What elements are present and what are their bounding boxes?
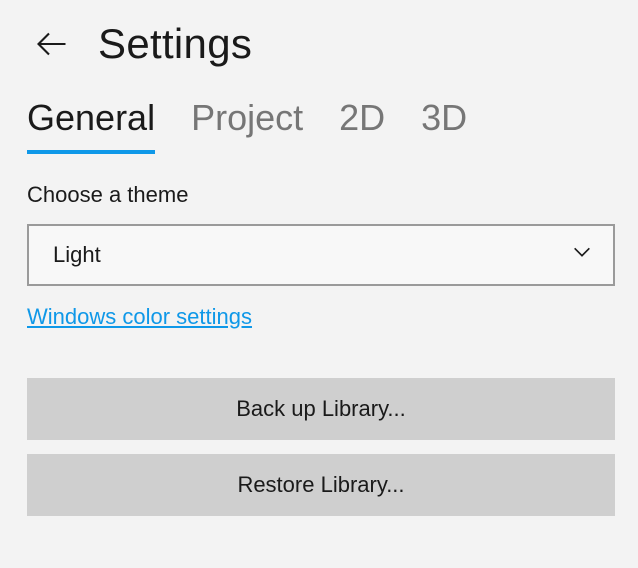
theme-dropdown[interactable]: Light bbox=[27, 224, 615, 286]
chevron-down-icon bbox=[571, 241, 593, 269]
tab-2d[interactable]: 2D bbox=[339, 98, 385, 154]
page-title: Settings bbox=[98, 20, 252, 68]
tabs-container: General Project 2D 3D bbox=[0, 74, 638, 154]
arrow-left-icon bbox=[34, 26, 70, 62]
tab-content-general: Choose a theme Light Windows color setti… bbox=[0, 154, 638, 516]
tab-project[interactable]: Project bbox=[191, 98, 303, 154]
backup-library-button[interactable]: Back up Library... bbox=[27, 378, 615, 440]
windows-color-settings-link[interactable]: Windows color settings bbox=[27, 304, 252, 330]
theme-label: Choose a theme bbox=[27, 182, 614, 208]
restore-library-button[interactable]: Restore Library... bbox=[27, 454, 615, 516]
settings-header: Settings bbox=[0, 0, 638, 74]
tab-3d[interactable]: 3D bbox=[421, 98, 467, 154]
theme-dropdown-value: Light bbox=[53, 242, 101, 268]
tab-general[interactable]: General bbox=[27, 98, 155, 154]
back-button[interactable] bbox=[34, 26, 70, 62]
